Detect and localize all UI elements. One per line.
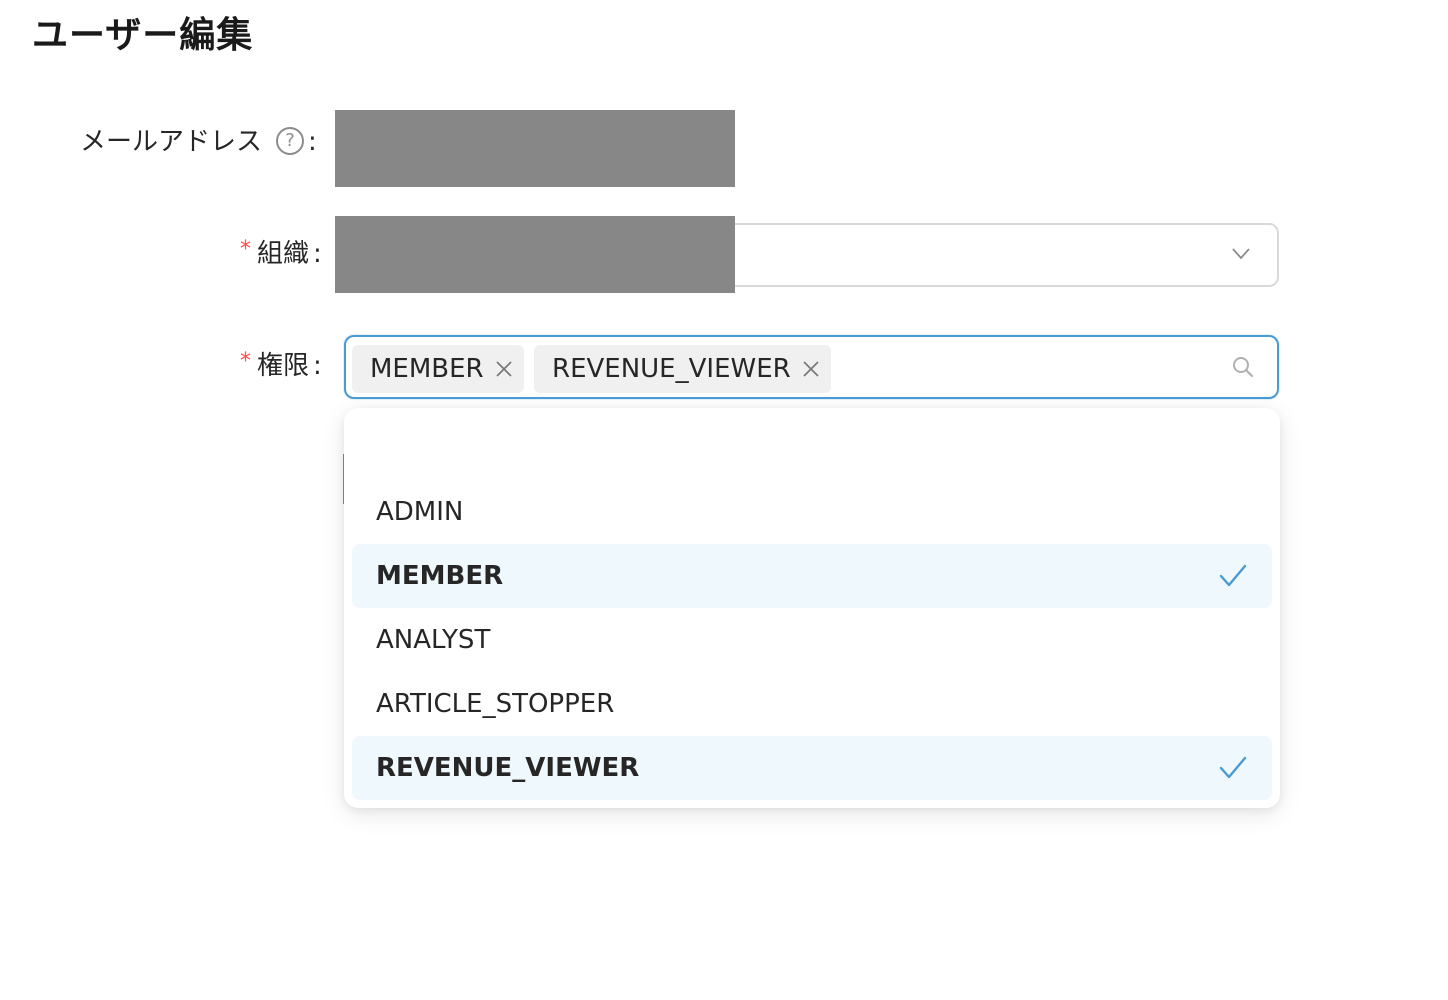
option-revenue-viewer[interactable]: REVENUE_VIEWER xyxy=(352,736,1272,800)
page-title: ユーザー編集 xyxy=(32,15,254,56)
tag-member: MEMBER xyxy=(352,345,524,393)
option-label: ANALYST xyxy=(376,625,491,655)
email-label: メールアドレス xyxy=(80,127,263,157)
option-article-stopper[interactable]: ARTICLE_STOPPER xyxy=(352,672,1272,736)
tag-label: REVENUE_VIEWER xyxy=(552,354,791,384)
permissions-label-colon: : xyxy=(313,351,322,381)
email-label-colon: : xyxy=(308,127,317,157)
permissions-label-row: * 権限: xyxy=(240,346,322,388)
close-icon[interactable] xyxy=(801,359,821,379)
option-label: ADMIN xyxy=(376,497,464,527)
organization-label: 組織 xyxy=(257,239,310,269)
close-icon[interactable] xyxy=(494,359,514,379)
chevron-down-icon xyxy=(1232,248,1250,260)
question-circle-icon[interactable]: ? xyxy=(276,126,305,155)
permissions-label: 権限 xyxy=(257,351,310,381)
required-mark: * xyxy=(240,237,251,262)
email-label-row: メールアドレス?: xyxy=(80,122,317,162)
email-value-redacted xyxy=(335,110,735,187)
organization-label-colon: : xyxy=(313,239,322,269)
option-member[interactable]: MEMBER xyxy=(352,544,1272,608)
check-icon xyxy=(1219,756,1247,779)
check-icon xyxy=(1219,564,1247,587)
user-edit-page: ユーザー編集 メールアドレス?: * 組織: * 権限: MEMBER REVENU… xyxy=(0,0,1448,1000)
organization-value-redacted xyxy=(335,216,735,293)
organization-label-row: * 組織: xyxy=(240,234,322,276)
option-admin[interactable]: ADMIN xyxy=(352,480,1272,544)
required-mark: * xyxy=(240,349,251,374)
permissions-dropdown: ADMIN MEMBER ANALYST ARTICLE_STOPPER REV… xyxy=(344,408,1280,808)
tag-revenue-viewer: REVENUE_VIEWER xyxy=(534,345,831,393)
option-analyst[interactable]: ANALYST xyxy=(352,608,1272,672)
option-label: REVENUE_VIEWER xyxy=(376,753,640,783)
option-label: MEMBER xyxy=(376,561,504,591)
tag-label: MEMBER xyxy=(370,354,484,384)
search-icon xyxy=(1233,357,1254,378)
option-label: ARTICLE_STOPPER xyxy=(376,689,615,719)
permissions-select[interactable]: MEMBER REVENUE_VIEWER xyxy=(344,335,1279,399)
